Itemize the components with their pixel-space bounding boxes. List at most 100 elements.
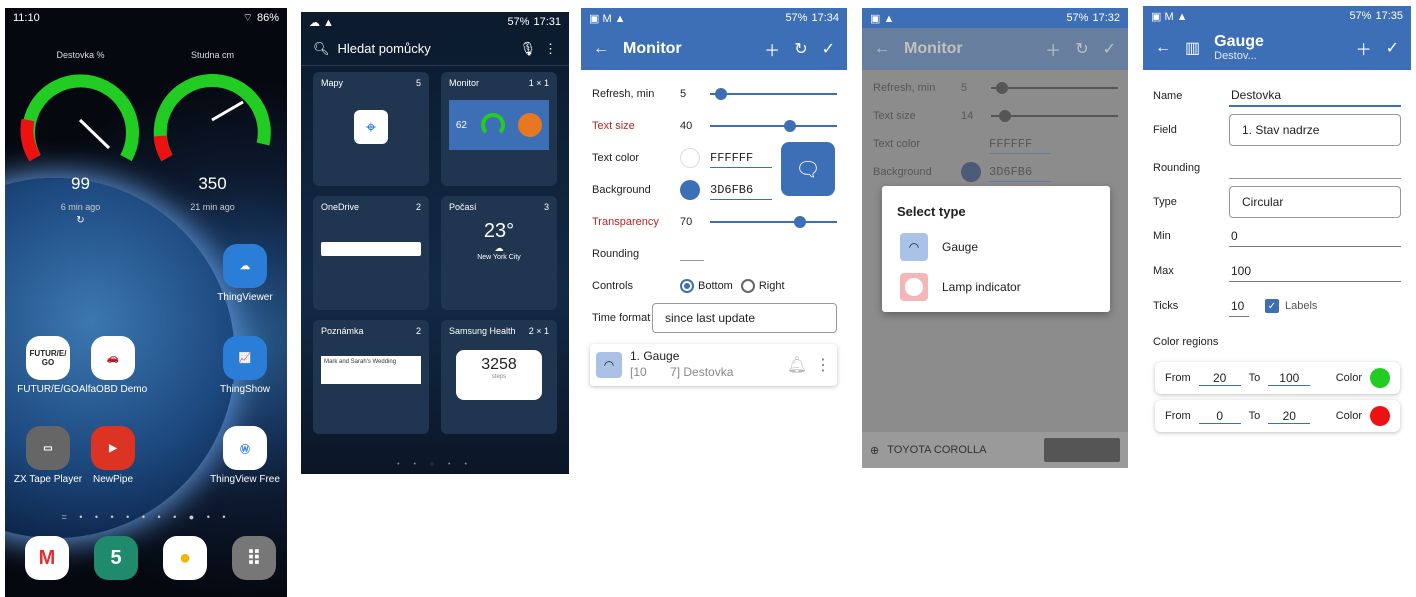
from-input[interactable]: 0: [1198, 409, 1241, 424]
onedrive-preview: [321, 242, 421, 256]
check-icon[interactable]: ✓: [1103, 39, 1116, 59]
app-bar: ← Monitor ＋ ↻ ✓: [862, 28, 1128, 70]
app-drawer-icon[interactable]: ⠿: [232, 536, 276, 580]
app-bar: ← Monitor ＋ ↻ ✓: [581, 28, 847, 70]
max-input[interactable]: 100: [1229, 261, 1401, 282]
mic-icon[interactable]: 🎙︎: [519, 41, 536, 57]
widget-pocasi[interactable]: Počasí 3 23° ☁ New York City: [441, 196, 557, 310]
app-alfaobd[interactable]: 🚗 AlfaOBD Demo: [78, 336, 148, 395]
transparency-slider[interactable]: [710, 216, 837, 228]
notification-icons: ▣ M ▲: [589, 12, 626, 25]
monitor-preview: 62: [449, 100, 549, 150]
app-label: ThingViewer: [217, 292, 273, 303]
app-zxtape[interactable]: ▭ ZX Tape Player: [13, 426, 83, 485]
textcolor-input[interactable]: FFFFFF: [989, 135, 1051, 154]
background-swatch[interactable]: [680, 180, 700, 200]
refresh-icon[interactable]: ↻: [1075, 39, 1088, 59]
textcolor-input[interactable]: FFFFFF: [710, 149, 772, 168]
textsize-slider[interactable]: [991, 110, 1118, 122]
color-region-item[interactable]: From 20 To 100 Color: [1155, 362, 1400, 394]
name-input[interactable]: Destovka: [1229, 85, 1401, 107]
back-arrow-icon[interactable]: ←: [874, 40, 890, 58]
refresh-slider[interactable]: [710, 88, 837, 100]
textsize-label: Text size: [592, 120, 635, 132]
widget-search-bar[interactable]: 🔍︎ Hledat pomůcky 🎙︎ ⋮: [301, 32, 569, 66]
textcolor-swatch[interactable]: [680, 148, 700, 168]
rounding-input[interactable]: [680, 248, 704, 261]
background-input[interactable]: 3D6FB6: [710, 181, 772, 200]
gauge-needle: [211, 100, 244, 122]
from-label: From: [1165, 372, 1191, 384]
app-label: ZX Tape Player: [13, 474, 83, 485]
widget-mapy[interactable]: Mapy 5 ⌖: [313, 72, 429, 186]
ticks-input[interactable]: 10: [1229, 296, 1249, 317]
to-input[interactable]: 100: [1268, 371, 1311, 386]
widget-onedrive[interactable]: OneDrive 2: [313, 196, 429, 310]
app-thingviewfree[interactable]: Ⓦ ThingView Free: [210, 426, 280, 485]
type-select[interactable]: Circular: [1229, 186, 1401, 218]
widget-monitor[interactable]: Monitor 1 × 1 62: [441, 72, 557, 186]
widget-poznamka[interactable]: Poznámka 2 Mark and Sarah's Wedding: [313, 320, 429, 434]
gauge-widget-studna[interactable]: Studna cm 350 21 min ago: [145, 50, 280, 220]
ad-banner[interactable]: ⊕ TOYOTA COROLLA: [862, 432, 1128, 468]
labels-checkbox[interactable]: ✓: [1265, 299, 1279, 313]
list-item[interactable]: ◠ 1. Gauge [10 7] Destovka 🔔︎ ⋮: [590, 344, 837, 386]
search-input[interactable]: Hledat pomůcky: [338, 41, 512, 56]
refresh-row: Refresh, min 5: [873, 74, 1118, 102]
app-newpipe[interactable]: ▶ NewPipe: [78, 426, 148, 485]
more-options-icon[interactable]: ⋮: [544, 41, 557, 57]
refresh-icon[interactable]: ↻: [794, 39, 807, 59]
check-icon[interactable]: ✓: [1386, 38, 1399, 58]
app-futurego[interactable]: FUTUR/E/ GO FUTUR/E/GO: [13, 336, 83, 395]
add-icon[interactable]: ＋: [1045, 37, 1061, 61]
more-options-icon[interactable]: ⋮: [815, 355, 831, 375]
to-input[interactable]: 20: [1268, 409, 1311, 424]
option-lamp[interactable]: Lamp indicator: [882, 267, 1110, 307]
back-arrow-icon[interactable]: ←: [593, 40, 609, 58]
app-bar: ← ▥ Gauge Destov... ＋ ✓: [1143, 26, 1411, 70]
background-row: Background 3D6FB6: [873, 158, 1118, 186]
refresh-row: Refresh, min 5: [592, 80, 837, 108]
bell-icon[interactable]: 🔔︎: [787, 355, 807, 375]
refresh-icon[interactable]: ↻: [13, 215, 148, 226]
cassette-icon: ▭: [26, 426, 70, 470]
timeformat-select[interactable]: since last update: [652, 303, 837, 333]
background-input[interactable]: 3D6FB6: [989, 163, 1051, 182]
app-thingviewer[interactable]: ☁ ThingViewer: [210, 244, 280, 303]
gauge-value: 350: [198, 174, 227, 193]
gauge-widget-destovka[interactable]: Destovka % 99 6 min ago ↻: [13, 50, 148, 226]
wifi-icon: ⌔: [242, 12, 253, 24]
app-thingshow[interactable]: 📈 ThingShow: [210, 336, 280, 395]
rounding-label: Rounding: [1153, 162, 1201, 174]
keep-icon[interactable]: ●: [163, 536, 207, 580]
health-preview: 3258 steps: [456, 350, 542, 400]
min-input[interactable]: 0: [1229, 226, 1401, 247]
from-input[interactable]: 20: [1198, 371, 1241, 386]
option-gauge[interactable]: ◠ Gauge: [882, 227, 1110, 267]
rounding-input[interactable]: [1229, 158, 1401, 179]
monitor-settings-screen: ▣ M ▲ 57% 17:34 ← Monitor ＋ ↻ ✓ Refresh, …: [581, 8, 847, 468]
add-icon[interactable]: ＋: [1356, 36, 1372, 60]
ticks-label: Ticks: [1153, 300, 1179, 312]
add-icon[interactable]: ＋: [764, 37, 780, 61]
back-arrow-icon[interactable]: ←: [1155, 39, 1171, 57]
name-row: Name Destovka: [1153, 80, 1401, 112]
radio-bottom[interactable]: Bottom: [680, 279, 733, 293]
textsize-slider[interactable]: [710, 120, 837, 132]
calendar-icon[interactable]: 5: [94, 536, 138, 580]
refresh-slider[interactable]: [991, 82, 1118, 94]
color-swatch-red[interactable]: [1370, 406, 1390, 426]
name-label: Name: [1153, 90, 1183, 102]
gauge-age: 21 min ago: [190, 202, 235, 212]
background-swatch[interactable]: [961, 162, 981, 182]
field-select[interactable]: 1. Stav nadrze: [1229, 114, 1401, 146]
widget-samsung-health[interactable]: Samsung Health 2 × 1 3258 steps: [441, 320, 557, 434]
max-label: Max: [1153, 265, 1174, 277]
page-title: Monitor: [623, 40, 682, 57]
refresh-value: 5: [961, 82, 968, 94]
color-swatch-green[interactable]: [1370, 368, 1390, 388]
gmail-icon[interactable]: M: [25, 536, 69, 580]
check-icon[interactable]: ✓: [822, 39, 835, 59]
color-region-item[interactable]: From 0 To 20 Color: [1155, 400, 1400, 432]
radio-right[interactable]: Right: [740, 279, 785, 293]
